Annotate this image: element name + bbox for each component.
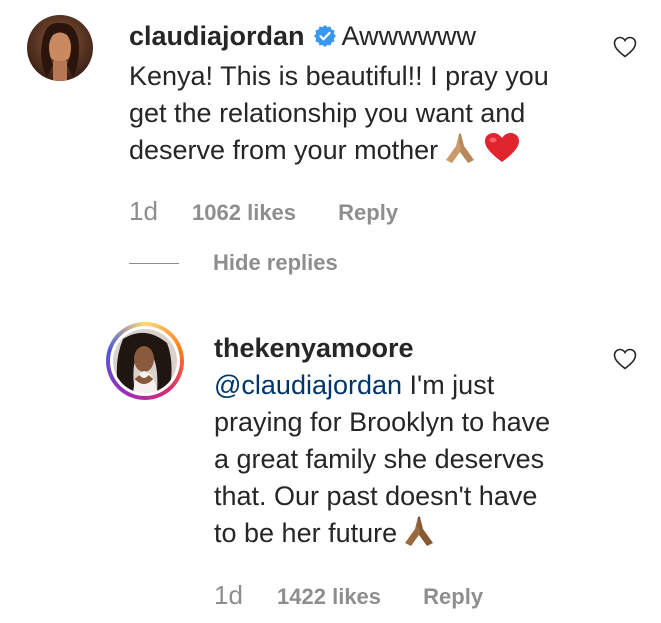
verified-badge-icon — [313, 21, 337, 58]
comment-line: deserve from your mother — [129, 135, 439, 165]
comment-line: to be her future — [214, 518, 398, 548]
thread-divider — [129, 263, 179, 264]
hide-replies-button[interactable]: Hide replies — [213, 250, 338, 276]
comment-time: 1d — [129, 196, 158, 226]
comment-likes[interactable]: 1422 likes — [277, 584, 381, 609]
reply-button[interactable]: Reply — [338, 200, 398, 225]
comment-line: a great family she deserves — [214, 444, 545, 474]
reply-button[interactable]: Reply — [423, 584, 483, 609]
avatar-story-ring[interactable] — [106, 322, 184, 400]
avatar-thekenyamoore — [113, 329, 177, 393]
folded-hands-emoji — [442, 132, 478, 174]
red-heart-emoji — [484, 132, 520, 174]
comment-line: get the relationship you want and — [129, 98, 526, 128]
comment-text: claudiajordan Awwwwww Kenya! This is beau… — [129, 18, 599, 174]
like-heart-icon[interactable] — [613, 36, 637, 63]
comment-line: that. Our past doesn't have — [214, 481, 538, 511]
comment-line: praying for Brooklyn to have — [214, 407, 551, 437]
like-heart-icon[interactable] — [613, 348, 637, 375]
comment-line: I'm just — [402, 370, 495, 400]
comment-username[interactable]: thekenyamoore — [214, 333, 414, 363]
comment-likes[interactable]: 1062 likes — [192, 200, 296, 225]
comment-meta: 1d 1422 likes Reply — [214, 580, 483, 611]
avatar-claudiajordan[interactable] — [27, 15, 93, 81]
comment-line: Kenya! This is beautiful!! I pray you — [129, 61, 549, 91]
comment-line: Awwwwww — [341, 21, 477, 51]
mention-link[interactable]: @claudiajordan — [214, 370, 402, 400]
comment-username[interactable]: claudiajordan — [129, 21, 305, 51]
comment-meta: 1d 1062 likes Reply — [129, 196, 398, 227]
folded-hands-emoji — [401, 515, 437, 557]
comment-time: 1d — [214, 580, 243, 610]
comment-text: thekenyamoore @claudiajordan I'm just pr… — [214, 330, 594, 557]
